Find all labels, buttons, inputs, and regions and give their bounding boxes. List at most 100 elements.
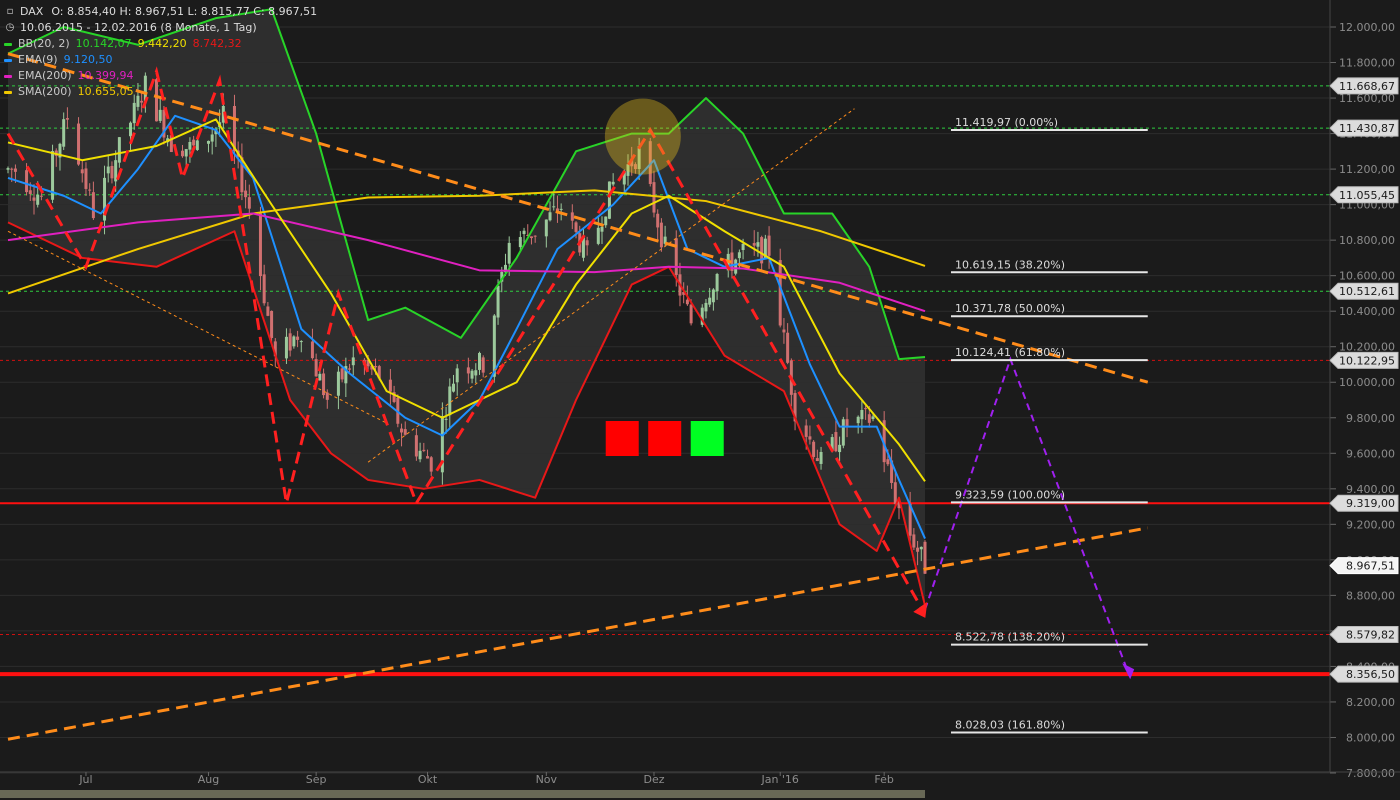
fib-label: 10.371,78 (50.00%) xyxy=(955,302,1065,315)
candle-body xyxy=(767,235,771,256)
x-tick-label: Dez xyxy=(643,773,664,786)
candle-body xyxy=(262,274,266,304)
candlestick-icon: ▫ xyxy=(6,6,14,17)
price-marker: 11.055,45 xyxy=(1329,186,1399,204)
price-marker-label: 8.356,50 xyxy=(1346,668,1395,681)
y-tick-label: 8.000,00 xyxy=(1346,731,1395,744)
candle-body xyxy=(819,451,823,464)
candle-body xyxy=(674,238,678,275)
candle-body xyxy=(474,370,478,376)
candle-body xyxy=(310,341,314,359)
candle-body xyxy=(604,216,608,226)
candle-body xyxy=(496,285,500,318)
candle-body xyxy=(232,105,236,151)
price-marker: 10.512,61 xyxy=(1329,282,1399,300)
candle-body xyxy=(270,310,274,339)
candle-body xyxy=(25,170,29,193)
price-marker-label: 11.668,67 xyxy=(1339,80,1395,93)
candle-body xyxy=(659,222,663,248)
candle-body xyxy=(734,259,738,274)
candle-body xyxy=(752,243,756,246)
candle-body xyxy=(548,212,552,221)
candle-body xyxy=(912,534,916,548)
candle-body xyxy=(62,119,66,147)
candle-body xyxy=(574,222,578,232)
candle-body xyxy=(266,306,270,316)
symbol-label: DAX xyxy=(20,5,44,18)
candle-body xyxy=(756,242,760,247)
y-tick-label: 9.400,00 xyxy=(1346,483,1395,496)
y-tick-label: 9.600,00 xyxy=(1346,447,1395,460)
candle-body xyxy=(871,416,875,419)
price-marker-label: 10.122,95 xyxy=(1339,354,1395,367)
candle-body xyxy=(559,208,563,210)
candle-body xyxy=(39,195,43,197)
candle-body xyxy=(552,206,556,208)
legend-series-value: 9.120,50 xyxy=(63,53,113,66)
x-tick-label: Okt xyxy=(418,773,438,786)
candle-body xyxy=(834,432,838,452)
legend-item: BB(20, 2) 10.142,07 9.442,20 8.742,32 xyxy=(4,36,317,52)
candle-body xyxy=(804,425,808,437)
legend-color-swatch xyxy=(4,90,12,94)
legend-item: EMA(200) 10.399,94 xyxy=(4,68,317,84)
legend-series-name: EMA(200) xyxy=(18,69,72,82)
legend-item: SMA(200) 10.655,05 xyxy=(4,84,317,100)
candle-body xyxy=(893,482,897,504)
candle-body xyxy=(80,169,84,174)
candle-body xyxy=(351,357,355,366)
candle-body xyxy=(607,181,611,219)
chart-area[interactable]: 11.419,97 (0.00%) 10.619,15 (38.20%) 10.37… xyxy=(0,0,1400,800)
candle-body xyxy=(117,137,121,163)
x-tick-label: Feb xyxy=(874,773,893,786)
legend-series-name: BB(20, 2) xyxy=(18,37,70,50)
period-label: 10.06.2015 - 12.02.2016 (8 Monate, 1 Tag… xyxy=(20,21,257,34)
candle-body xyxy=(65,118,69,120)
y-tick-label: 7.800,00 xyxy=(1346,767,1395,780)
candle-body xyxy=(169,135,173,153)
price-marker-label: 11.430,87 xyxy=(1339,122,1395,135)
y-tick-label: 10.400,00 xyxy=(1339,305,1395,318)
candle-body xyxy=(685,299,689,305)
x-tick-label: Jan '16 xyxy=(760,773,798,786)
candle-body xyxy=(708,297,712,305)
legend-series-value: 8.742,32 xyxy=(192,37,242,50)
legend-period-row: ◷ 10.06.2015 - 12.02.2016 (8 Monate, 1 T… xyxy=(4,20,317,36)
y-tick-label: 10.800,00 xyxy=(1339,234,1395,247)
candle-body xyxy=(418,450,422,460)
candle-body xyxy=(448,386,452,416)
candle-body xyxy=(184,149,188,157)
legend-symbol-row: ▫ DAX O: 8.854,40 H: 8.967,51 L: 8.815,7… xyxy=(4,4,318,20)
candle-body xyxy=(188,141,192,150)
price-marker: 8.579,82 xyxy=(1329,625,1399,643)
legend-color-swatch xyxy=(4,42,12,46)
candle-body xyxy=(400,428,404,433)
candle-body xyxy=(348,368,352,370)
legend-series-value: 10.655,05 xyxy=(77,85,134,98)
legend-series-value: 9.442,20 xyxy=(137,37,187,50)
candle-body xyxy=(838,444,842,453)
y-tick-label: 11.200,00 xyxy=(1339,163,1395,176)
fib-label: 10.124,41 (61.80%) xyxy=(955,346,1065,359)
candle-body xyxy=(529,236,533,239)
candle-body xyxy=(88,189,92,191)
scrollbar-track xyxy=(0,790,925,798)
fib-label: 8.028,03 (161.80%) xyxy=(955,718,1065,731)
candle-body xyxy=(611,181,615,185)
candle-body xyxy=(140,100,144,103)
candle-body xyxy=(318,373,322,381)
legend-series-value: 10.399,94 xyxy=(77,69,134,82)
candle-body xyxy=(388,379,392,392)
candle-body xyxy=(299,341,303,343)
candle-body xyxy=(477,352,481,370)
candle-body xyxy=(258,213,262,277)
candle-body xyxy=(689,304,693,324)
fib-label: 10.619,15 (38.20%) xyxy=(955,258,1065,271)
candle-body xyxy=(336,371,340,396)
candle-body xyxy=(36,194,40,205)
candle-body xyxy=(845,419,849,427)
candle-body xyxy=(741,243,745,251)
candle-body xyxy=(455,368,459,383)
candle-body xyxy=(841,419,845,446)
candle-body xyxy=(180,150,184,157)
